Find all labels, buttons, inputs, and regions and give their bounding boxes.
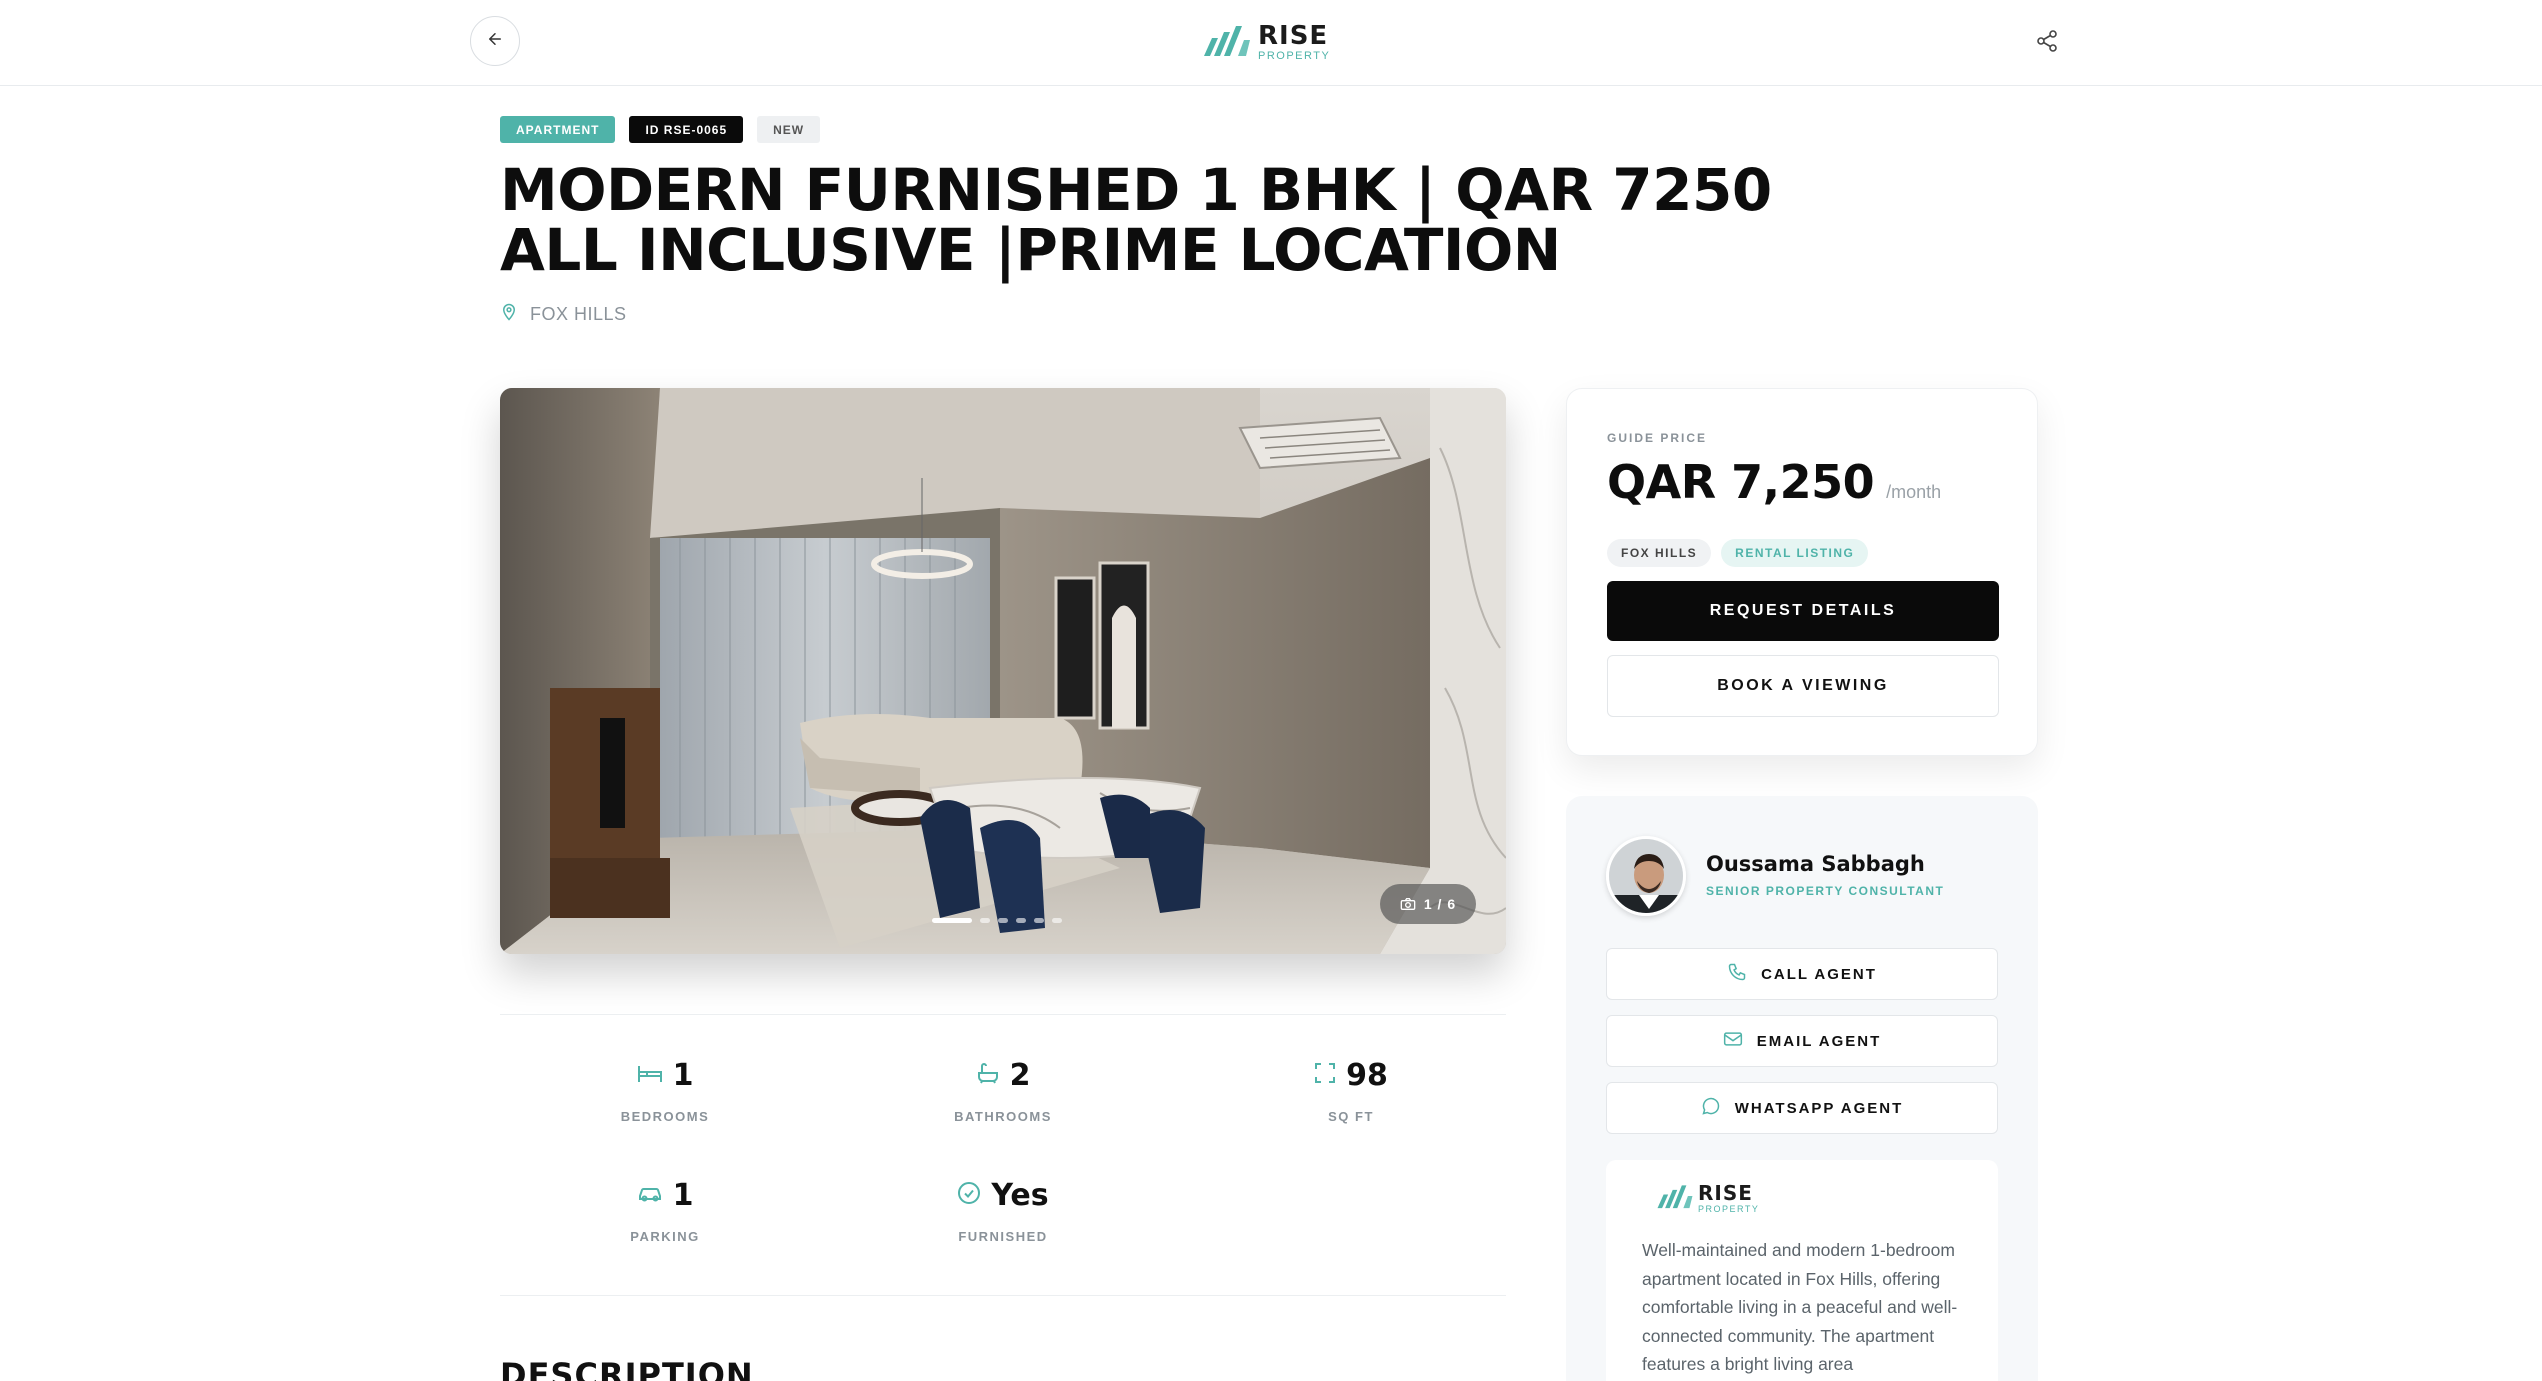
gallery-pagination: [932, 918, 1062, 923]
agency-logo: RISE PROPERTY: [1656, 1182, 1759, 1215]
stat-parking: 1 PARKING: [500, 1175, 830, 1245]
photo-counter[interactable]: 1 / 6: [1380, 884, 1476, 924]
agent-card: Oussama Sabbagh SENIOR PROPERTY CONSULTA…: [1566, 796, 2038, 1381]
photo-gallery[interactable]: 1 / 6: [500, 388, 1506, 954]
gallery-dot[interactable]: [998, 918, 1008, 923]
book-viewing-button[interactable]: BOOK A VIEWING: [1607, 655, 1999, 717]
logo-subtext: PROPERTY: [1698, 1204, 1760, 1214]
logo-subtext: PROPERTY: [1258, 49, 1331, 62]
listing-title: MODERN FURNISHED 1 BHK | QAR 7250 ALL IN…: [500, 156, 1772, 284]
property-type-badge: APARTMENT: [500, 116, 616, 143]
check-circle-icon: [957, 1181, 981, 1210]
stat-label: FURNISHED: [958, 1229, 1048, 1244]
whatsapp-agent-label: WHATSAPP AGENT: [1734, 1099, 1904, 1117]
stat-label: BATHROOMS: [954, 1109, 1052, 1124]
guide-price-label: GUIDE PRICE: [1607, 431, 1708, 445]
logo-wordmark: RISE: [1258, 20, 1329, 51]
chat-bubble-icon: [1701, 1096, 1721, 1120]
mail-icon: [1723, 1030, 1743, 1052]
bed-icon: [637, 1062, 663, 1089]
avatar: [1606, 836, 1686, 916]
arrow-left-icon: [486, 30, 504, 53]
agent-role: SENIOR PROPERTY CONSULTANT: [1706, 884, 1945, 898]
top-header: RISE PROPERTY: [0, 0, 2542, 86]
back-button[interactable]: [470, 16, 520, 66]
location-chip: FOX HILLS: [1607, 539, 1712, 567]
listing-type-chip: RENTAL LISTING: [1721, 539, 1869, 567]
stat-area: 98 SQ FT: [1186, 1055, 1516, 1124]
agent-name: Oussama Sabbagh: [1706, 852, 1925, 876]
stat-bedrooms: 1 BEDROOMS: [500, 1055, 830, 1125]
price-value: QAR 7,250: [1607, 455, 1875, 509]
new-badge: NEW: [757, 116, 821, 143]
gallery-dot[interactable]: [1016, 918, 1026, 923]
phone-icon: [1727, 962, 1747, 986]
property-stats: 1 BEDROOMS 2 BATHROOMS 98 SQ FT 1 PARKIN…: [500, 1014, 1506, 1296]
stat-label: SQ FT: [1328, 1109, 1374, 1124]
gallery-photo: [500, 388, 1506, 954]
stat-value: 98: [1346, 1057, 1388, 1093]
rise-property-logo[interactable]: RISE PROPERTY: [1202, 20, 1330, 64]
stat-furnished: Yes FURNISHED: [838, 1175, 1168, 1245]
car-icon: [637, 1183, 663, 1208]
price-card: GUIDE PRICE QAR 7,250 /month FOX HILLS R…: [1566, 388, 2038, 756]
share-icon: [2035, 29, 2059, 58]
logo-mark-icon: [1202, 22, 1252, 63]
agency-about-box: RISE PROPERTY Well-maintained and modern…: [1606, 1160, 1998, 1381]
gallery-dot[interactable]: [980, 918, 990, 923]
email-agent-label: EMAIL AGENT: [1756, 1032, 1882, 1050]
description-heading: DESCRIPTION: [500, 1356, 754, 1381]
gallery-dot[interactable]: [1034, 918, 1044, 923]
listing-badges: APARTMENT ID RSE-0065 NEW: [500, 116, 821, 143]
share-button[interactable]: [2030, 26, 2064, 60]
whatsapp-agent-button[interactable]: WHATSAPP AGENT: [1606, 1082, 1998, 1134]
stat-value: Yes: [991, 1177, 1049, 1213]
request-details-button[interactable]: REQUEST DETAILS: [1607, 581, 1999, 641]
stat-value: 2: [1009, 1057, 1031, 1093]
price-period: /month: [1886, 482, 1942, 502]
logo-mark-icon: [1656, 1182, 1694, 1215]
gallery-dot[interactable]: [1052, 918, 1062, 923]
map-pin-icon: [500, 302, 518, 327]
stat-label: PARKING: [630, 1229, 700, 1244]
call-agent-button[interactable]: CALL AGENT: [1606, 948, 1998, 1000]
stat-value: 1: [672, 1057, 694, 1093]
call-agent-label: CALL AGENT: [1761, 965, 1877, 983]
listing-id-badge: ID RSE-0065: [629, 116, 744, 143]
camera-icon: [1400, 897, 1416, 911]
email-agent-button[interactable]: EMAIL AGENT: [1606, 1015, 1998, 1067]
price-chips: FOX HILLS RENTAL LISTING: [1607, 539, 1869, 567]
agency-about-text: Well-maintained and modern 1-bedroom apa…: [1642, 1240, 1958, 1374]
logo-wordmark: RISE: [1698, 1181, 1753, 1205]
price-row: QAR 7,250 /month: [1607, 455, 1941, 509]
stat-label: BEDROOMS: [620, 1109, 710, 1124]
location-text: FOX HILLS: [530, 304, 627, 324]
stat-bathrooms: 2 BATHROOMS: [838, 1055, 1168, 1125]
bath-icon: [976, 1062, 1000, 1089]
photo-counter-text: 1 / 6: [1423, 896, 1457, 912]
gallery-dot[interactable]: [932, 918, 972, 923]
area-icon: [1314, 1062, 1336, 1089]
listing-location: FOX HILLS: [500, 302, 627, 327]
stat-value: 1: [672, 1177, 694, 1213]
